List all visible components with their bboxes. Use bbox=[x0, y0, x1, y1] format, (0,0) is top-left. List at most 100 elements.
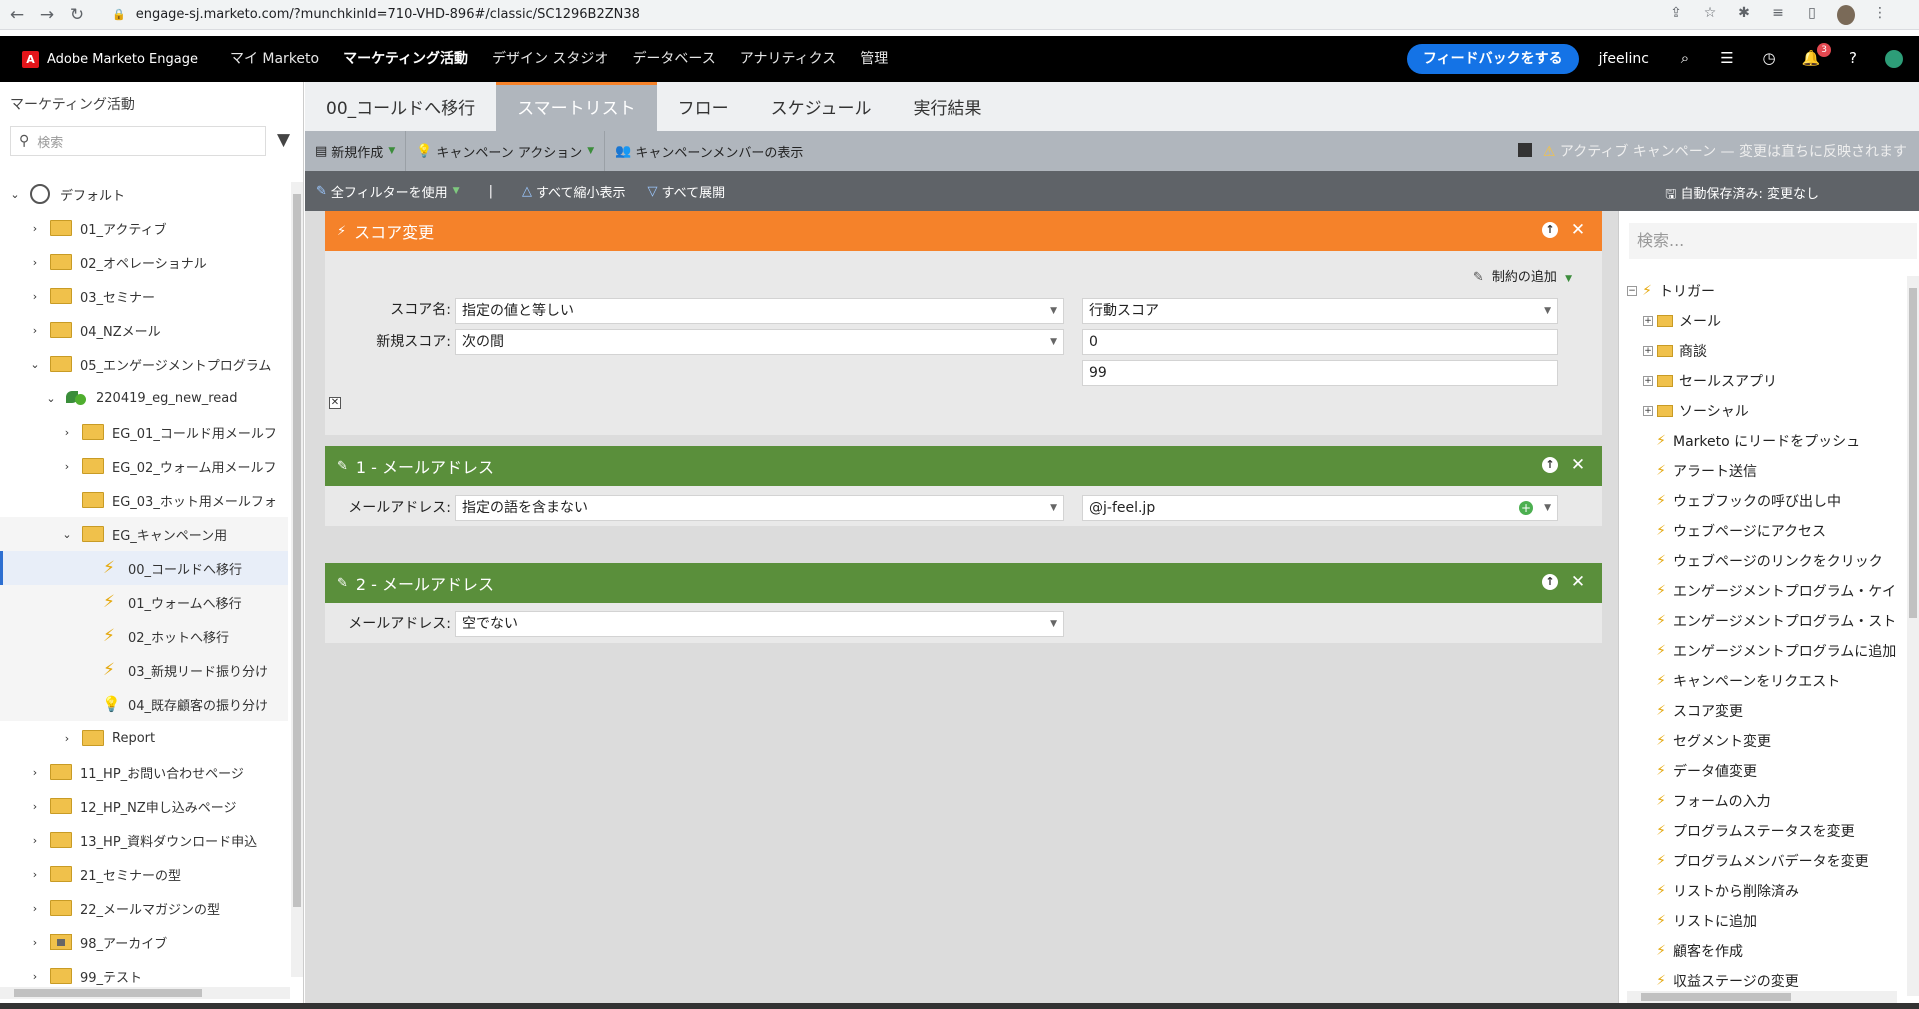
tab-results[interactable]: 実行結果 bbox=[892, 82, 1002, 131]
collapse-icon[interactable]: − bbox=[1627, 286, 1637, 296]
search-icon[interactable]: ⌕ bbox=[1675, 49, 1695, 69]
expand-icon[interactable]: + bbox=[1643, 346, 1653, 356]
status-icon[interactable] bbox=[1885, 50, 1903, 68]
move-up-icon[interactable]: ↑ bbox=[1542, 574, 1558, 590]
trigger-item[interactable]: ⚡ 顧客を作成 bbox=[1627, 936, 1897, 966]
trigger-item[interactable]: ⚡ ウェブフックの呼び出し中 bbox=[1627, 486, 1897, 516]
tree-item[interactable]: › 01_アクティブ bbox=[0, 211, 288, 245]
email-value-select[interactable]: @j-feel.jp + ▼ bbox=[1082, 495, 1558, 521]
tree-item[interactable]: › EG_01_コールド用メールフ bbox=[0, 415, 288, 449]
expand-icon[interactable]: + bbox=[1643, 376, 1653, 386]
expand-icon[interactable]: + bbox=[1643, 316, 1653, 326]
collapse-all-button[interactable]: △ すべて縮小表示 bbox=[511, 182, 637, 201]
trigger-folder[interactable]: + 商談 bbox=[1627, 336, 1897, 366]
tree-item[interactable]: ⚡ 03_新規リード振り分け bbox=[0, 653, 288, 687]
tree-horizontal-scrollbar[interactable] bbox=[0, 987, 290, 999]
use-all-filters-button[interactable]: ✎ 全フィルターを使用 ▼ bbox=[305, 182, 471, 201]
trigger-folder[interactable]: − ⚡ トリガー bbox=[1627, 276, 1897, 306]
feedback-button[interactable]: フィードバックをする bbox=[1406, 44, 1579, 74]
new-score-operator-select[interactable]: 次の間 ▼ bbox=[455, 329, 1064, 355]
tree-item[interactable]: › 04_NZメール bbox=[0, 313, 288, 347]
new-button[interactable]: ▤ 新規作成 ▼ bbox=[305, 131, 407, 171]
trigger-folder[interactable]: + セールスアプリ bbox=[1627, 366, 1897, 396]
menu-admin[interactable]: 管理 bbox=[848, 36, 900, 82]
new-score-max-input[interactable]: 99 bbox=[1082, 360, 1558, 386]
trigger-item[interactable]: ⚡ セグメント変更 bbox=[1627, 726, 1897, 756]
new-score-min-input[interactable]: 0 bbox=[1082, 329, 1558, 355]
help-icon[interactable]: ? bbox=[1843, 49, 1863, 69]
chevron-right-icon[interactable]: › bbox=[28, 868, 42, 881]
tree-item[interactable]: › 98_アーカイブ bbox=[0, 925, 288, 959]
back-icon[interactable]: ← bbox=[4, 5, 30, 25]
user-name[interactable]: jfeelinc bbox=[1599, 51, 1649, 67]
share-icon[interactable]: ⇪ bbox=[1667, 5, 1685, 25]
tree-item[interactable]: › 03_セミナー bbox=[0, 279, 288, 313]
expand-all-button[interactable]: ▽ すべて展開 bbox=[637, 182, 737, 201]
bell-icon[interactable]: 🔔 3 bbox=[1801, 43, 1831, 69]
chevron-right-icon[interactable]: › bbox=[28, 324, 42, 337]
chevron-right-icon[interactable]: › bbox=[28, 800, 42, 813]
tree-item[interactable]: ⚡ 00_コールドへ移行 bbox=[0, 551, 288, 585]
chevron-right-icon[interactable]: › bbox=[28, 256, 42, 269]
tree-item[interactable]: ⌄ デフォルト bbox=[0, 177, 288, 211]
palette-vertical-scrollbar[interactable] bbox=[1907, 276, 1919, 996]
profile-avatar[interactable] bbox=[1837, 5, 1855, 25]
trigger-item[interactable]: ⚡ キャンペーンをリクエスト bbox=[1627, 666, 1897, 696]
tree-search-input[interactable]: ⚲ 検索 bbox=[10, 126, 266, 156]
trigger-item[interactable]: ⚡ Marketo にリードをプッシュ bbox=[1627, 426, 1897, 456]
chevron-right-icon[interactable]: › bbox=[28, 290, 42, 303]
show-members-button[interactable]: 👥 キャンペーンメンバーの表示 bbox=[605, 131, 813, 171]
tree-item[interactable]: EG_03_ホット用メールフォ bbox=[0, 483, 288, 517]
trigger-folder[interactable]: + メール bbox=[1627, 306, 1897, 336]
tree-item[interactable]: ⌄ 220419_eg_new_read bbox=[0, 381, 288, 415]
chevron-right-icon[interactable]: › bbox=[28, 834, 42, 847]
tree-item[interactable]: ⌄ 05_エンゲージメントプログラム bbox=[0, 347, 288, 381]
menu-my-marketo[interactable]: マイ Marketo bbox=[218, 36, 331, 82]
menu-marketing-activities[interactable]: マーケティング活動 bbox=[331, 36, 480, 82]
score-name-value-select[interactable]: 行動スコア ▼ bbox=[1082, 298, 1558, 324]
history-icon[interactable]: ◷ bbox=[1759, 49, 1779, 69]
chevron-down-icon[interactable]: ⌄ bbox=[28, 358, 42, 371]
menu-dots-icon[interactable]: ⋮ bbox=[1871, 5, 1889, 25]
tree-item[interactable]: › 11_HP_お問い合わせページ bbox=[0, 755, 288, 789]
trigger-item[interactable]: ⚡ スコア変更 bbox=[1627, 696, 1897, 726]
filter-icon[interactable]: ▼ bbox=[277, 130, 290, 150]
tree-item[interactable]: ⌄ EG_キャンペーン用 bbox=[0, 517, 288, 551]
tab-smart-list[interactable]: スマートリスト bbox=[496, 82, 657, 131]
trigger-item[interactable]: ⚡ リストに追加 bbox=[1627, 906, 1897, 936]
move-up-icon[interactable]: ↑ bbox=[1542, 457, 1558, 473]
tasks-icon[interactable]: ☰ bbox=[1717, 49, 1737, 69]
tree-item[interactable]: › 22_メールマガジンの型 bbox=[0, 891, 288, 925]
chevron-right-icon[interactable]: › bbox=[60, 732, 74, 745]
menu-database[interactable]: データベース bbox=[620, 36, 727, 82]
filter-header[interactable]: ✎ 2 - メールアドレス ↑ ✕ bbox=[325, 563, 1602, 603]
tree-item[interactable]: › 02_オペレーショナル bbox=[0, 245, 288, 279]
filter-header[interactable]: ✎ 1 - メールアドレス ↑ ✕ bbox=[325, 446, 1602, 486]
tree-item[interactable]: › 21_セミナーの型 bbox=[0, 857, 288, 891]
email-operator-select[interactable]: 空でない ▼ bbox=[455, 611, 1064, 637]
tree-vertical-scrollbar[interactable] bbox=[291, 182, 303, 977]
expand-icon[interactable]: + bbox=[1643, 406, 1653, 416]
trigger-item[interactable]: ⚡ エンゲージメントプログラム・ケイ bbox=[1627, 576, 1897, 606]
move-up-icon[interactable]: ↑ bbox=[1542, 222, 1558, 238]
menu-design-studio[interactable]: デザイン スタジオ bbox=[480, 36, 620, 82]
tree-item[interactable]: ⚡ 02_ホットへ移行 bbox=[0, 619, 288, 653]
tree-item[interactable]: › 13_HP_資料ダウンロード申込 bbox=[0, 823, 288, 857]
chevron-right-icon[interactable]: › bbox=[28, 766, 42, 779]
trigger-item[interactable]: ⚡ ウェブページにアクセス bbox=[1627, 516, 1897, 546]
add-value-icon[interactable]: + bbox=[1519, 501, 1533, 515]
email-operator-select[interactable]: 指定の語を含まない ▼ bbox=[455, 495, 1064, 521]
forward-icon[interactable]: → bbox=[34, 5, 60, 25]
tab-campaign-name[interactable]: 00_コールドへ移行 bbox=[305, 82, 496, 131]
chevron-right-icon[interactable]: › bbox=[28, 222, 42, 235]
trigger-folder[interactable]: + ソーシャル bbox=[1627, 396, 1897, 426]
tab-schedule[interactable]: スケジュール bbox=[750, 82, 893, 131]
palette-horizontal-scrollbar[interactable] bbox=[1627, 991, 1897, 1003]
address-bar[interactable]: 🔒 engage-sj.marketo.com/?munchkinId=710-… bbox=[112, 7, 640, 22]
chevron-right-icon[interactable]: › bbox=[60, 460, 74, 473]
collapse-filter-icon[interactable]: ✕ bbox=[329, 397, 341, 409]
filter-header[interactable]: ⚡ スコア変更 ↑ ✕ bbox=[325, 211, 1602, 251]
trigger-item[interactable]: ⚡ フォームの入力 bbox=[1627, 786, 1897, 816]
chevron-down-icon[interactable]: ⌄ bbox=[60, 528, 74, 541]
trigger-item[interactable]: ⚡ プログラムメンバデータを変更 bbox=[1627, 846, 1897, 876]
